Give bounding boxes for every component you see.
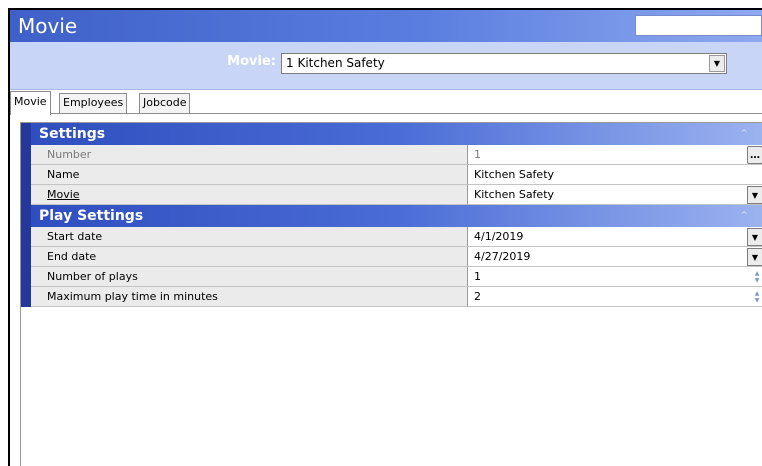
property-label: Number of plays [31, 267, 468, 287]
spinner-icon[interactable]: ▲ ▼ [751, 269, 762, 285]
property-label: End date [31, 247, 468, 267]
title-bar: Movie [10, 10, 762, 42]
movie-selector-dropdown[interactable]: 1 Kitchen Safety ▼ [281, 53, 727, 74]
number-of-plays-stepper[interactable]: 1 [468, 267, 762, 287]
property-label: Number [31, 145, 468, 165]
tab-movie[interactable]: Movie [10, 91, 51, 115]
movie-link-label[interactable]: Movie [31, 185, 468, 205]
tab-employees[interactable]: Employees [59, 93, 128, 113]
property-label: Maximum play time in minutes [31, 287, 468, 307]
property-row-movie: Movie Kitchen Safety ▼ [21, 185, 762, 205]
movie-select[interactable]: Kitchen Safety [468, 185, 762, 205]
property-row-start-date: Start date 4/1/2019 ▼ [21, 227, 762, 247]
collapse-icon[interactable]: ⌃ [739, 125, 749, 143]
movie-selector-value: 1 Kitchen Safety [286, 56, 385, 70]
ellipsis-icon[interactable]: … [747, 146, 762, 164]
section-header-play-settings[interactable]: Play Settings ⌃ [21, 205, 762, 227]
title-search-box[interactable] [635, 15, 762, 36]
property-row-max-play-time: Maximum play time in minutes 2 ▲ ▼ [21, 287, 762, 307]
movie-window: Movie Movie: 1 Kitchen Safety ▼ Movie Em… [8, 8, 762, 466]
property-row-name: Name Kitchen Safety [21, 165, 762, 185]
dropdown-arrow-icon[interactable]: ▼ [747, 186, 762, 204]
section-title: Settings [39, 126, 106, 142]
window-title: Movie [18, 14, 78, 38]
max-play-time-stepper[interactable]: 2 [468, 287, 762, 307]
property-label: Start date [31, 227, 468, 247]
property-row-number-of-plays: Number of plays 1 ▲ ▼ [21, 267, 762, 287]
dropdown-arrow-icon[interactable]: ▼ [709, 55, 725, 72]
section-header-settings[interactable]: Settings ⌃ [21, 123, 762, 145]
tab-strip: Movie Employees Jobcode [10, 90, 762, 115]
property-row-end-date: End date 4/27/2019 ▼ [21, 247, 762, 267]
movie-selector-label: Movie: [227, 54, 276, 69]
dropdown-arrow-icon[interactable]: ▼ [747, 248, 762, 266]
name-input[interactable]: Kitchen Safety [468, 165, 762, 185]
spinner-icon[interactable]: ▲ ▼ [751, 289, 762, 305]
property-label: Name [31, 165, 468, 185]
start-date-picker[interactable]: 4/1/2019 [468, 227, 762, 247]
property-row-number: Number 1 … [21, 145, 762, 165]
movie-selector-bar: Movie: 1 Kitchen Safety ▼ [10, 42, 762, 90]
property-grid: Settings ⌃ Number 1 … Name Kitchen Safet… [20, 122, 762, 466]
dropdown-arrow-icon[interactable]: ▼ [747, 228, 762, 246]
property-value: 1 [468, 145, 762, 165]
tab-jobcode[interactable]: Jobcode [139, 93, 191, 113]
end-date-picker[interactable]: 4/27/2019 [468, 247, 762, 267]
collapse-icon[interactable]: ⌃ [739, 207, 749, 225]
section-title: Play Settings [39, 208, 144, 224]
